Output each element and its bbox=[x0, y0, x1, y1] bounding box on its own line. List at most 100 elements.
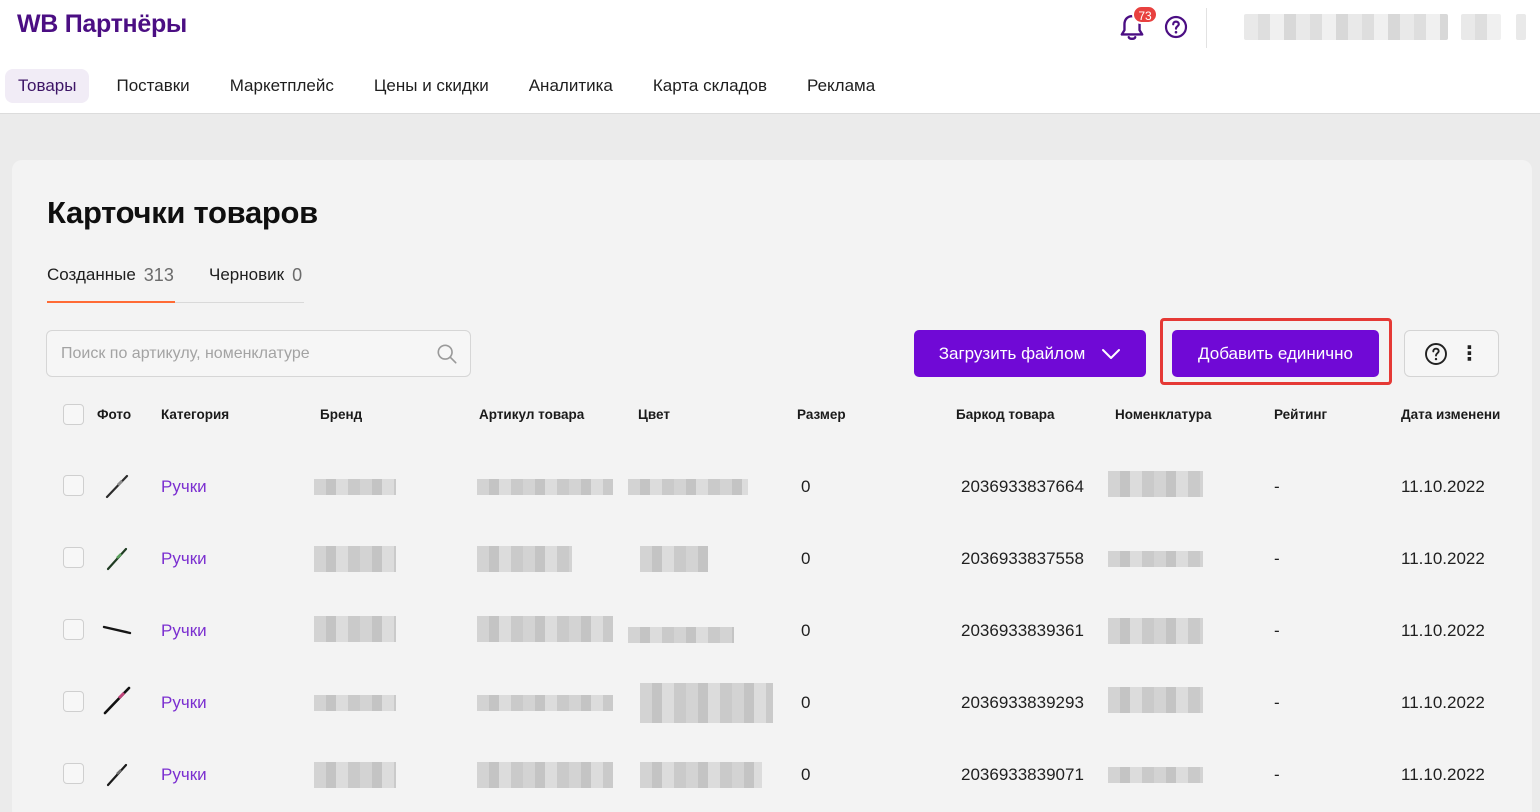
table-row[interactable]: Ручки 0 2036933839293 - 11.10.2022 bbox=[0, 666, 1540, 738]
column-header-article[interactable]: Артикул товара bbox=[479, 407, 584, 422]
article-blurred bbox=[477, 479, 613, 495]
date-value: 11.10.2022 bbox=[1401, 765, 1485, 784]
tab-draft[interactable]: Черновик 0 bbox=[209, 265, 304, 303]
nomenclature-blurred[interactable] bbox=[1108, 618, 1203, 644]
pen-photo-thumbnail[interactable] bbox=[102, 615, 132, 645]
search-icon[interactable] bbox=[436, 343, 458, 365]
column-header-photo: Фото bbox=[97, 407, 132, 422]
category-link[interactable]: Ручки bbox=[161, 693, 207, 713]
color-blurred bbox=[628, 627, 734, 643]
search-field bbox=[46, 330, 471, 377]
column-header-size[interactable]: Размер bbox=[797, 407, 846, 422]
nav-item-postavki[interactable]: Поставки bbox=[103, 69, 202, 103]
nomenclature-blurred[interactable] bbox=[1108, 687, 1203, 713]
category-link[interactable]: Ручки bbox=[161, 621, 207, 641]
size-value: 0 bbox=[801, 477, 811, 496]
more-options-button[interactable]: ⋮ bbox=[1404, 330, 1499, 377]
date-value: 11.10.2022 bbox=[1401, 549, 1485, 568]
user-account-blurred[interactable] bbox=[1244, 14, 1448, 40]
column-header-date[interactable]: Дата изменени bbox=[1401, 407, 1500, 422]
article-blurred bbox=[477, 762, 613, 788]
row-checkbox[interactable] bbox=[63, 619, 84, 640]
search-input[interactable] bbox=[47, 331, 470, 376]
select-all-checkbox[interactable] bbox=[63, 404, 84, 425]
notifications-badge: 73 bbox=[1132, 5, 1158, 24]
column-header-rating[interactable]: Рейтинг bbox=[1274, 407, 1327, 422]
color-blurred bbox=[640, 762, 762, 788]
row-checkbox[interactable] bbox=[63, 547, 84, 568]
article-blurred bbox=[477, 695, 613, 711]
table-row[interactable]: Ручки 0 2036933837664 - 11.10.2022 bbox=[0, 450, 1540, 522]
category-link[interactable]: Ручки bbox=[161, 765, 207, 785]
nomenclature-blurred[interactable] bbox=[1108, 767, 1203, 783]
pen-photo-thumbnail[interactable] bbox=[102, 759, 132, 789]
rating-value: - bbox=[1274, 477, 1280, 496]
row-checkbox[interactable] bbox=[63, 763, 84, 784]
brand-blurred bbox=[314, 695, 396, 711]
table-row[interactable]: Ручки 0 2036933839361 - 11.10.2022 bbox=[0, 594, 1540, 666]
category-link[interactable]: Ручки bbox=[161, 549, 207, 569]
upload-file-button[interactable]: Загрузить файлом bbox=[914, 330, 1146, 377]
table-row[interactable]: Ручки 0 2036933839071 - 11.10.2022 bbox=[0, 738, 1540, 810]
nav-item-tovary[interactable]: Товары bbox=[5, 69, 90, 103]
tab-created[interactable]: Созданные 313 bbox=[47, 265, 175, 303]
add-single-button[interactable]: Добавить единично bbox=[1172, 330, 1379, 377]
brand-blurred bbox=[314, 479, 396, 495]
upload-file-label: Загрузить файлом bbox=[938, 343, 1086, 363]
user-avatar-blurred[interactable] bbox=[1461, 14, 1501, 40]
barcode-value: 2036933837558 bbox=[961, 549, 1084, 568]
user-menu-blurred[interactable] bbox=[1516, 14, 1526, 40]
column-header-barcode[interactable]: Баркод товара bbox=[956, 407, 1055, 422]
rating-value: - bbox=[1274, 621, 1280, 640]
nomenclature-blurred[interactable] bbox=[1108, 551, 1203, 567]
tab-draft-count: 0 bbox=[292, 265, 303, 285]
help-circle-icon bbox=[1424, 342, 1447, 365]
size-value: 0 bbox=[801, 549, 811, 568]
main-nav: Товары Поставки Маркетплейс Цены и скидк… bbox=[5, 69, 902, 103]
date-value: 11.10.2022 bbox=[1401, 693, 1485, 712]
nomenclature-blurred[interactable] bbox=[1108, 471, 1203, 497]
top-header: WB Партнёры 73 Товары Поставки Маркетпле… bbox=[0, 0, 1540, 114]
barcode-value: 2036933839293 bbox=[961, 693, 1084, 712]
row-checkbox[interactable] bbox=[63, 475, 84, 496]
tab-created-label: Созданные bbox=[47, 265, 136, 284]
logo[interactable]: WB Партнёры bbox=[17, 10, 187, 39]
article-blurred bbox=[477, 546, 572, 572]
tabs-underline bbox=[175, 302, 304, 303]
column-header-nomenclature[interactable]: Номенклатура bbox=[1115, 407, 1212, 422]
nav-item-marketplace[interactable]: Маркетплейс bbox=[217, 69, 347, 103]
brand-blurred bbox=[314, 616, 396, 642]
row-checkbox[interactable] bbox=[63, 691, 84, 712]
header-divider bbox=[1206, 8, 1207, 48]
column-header-category[interactable]: Категория bbox=[161, 407, 229, 422]
barcode-value: 2036933837664 bbox=[961, 477, 1084, 496]
column-header-brand[interactable]: Бренд bbox=[320, 407, 362, 422]
page-title: Карточки товаров bbox=[47, 195, 318, 230]
nav-item-prices[interactable]: Цены и скидки bbox=[361, 69, 502, 103]
kebab-menu-icon: ⋮ bbox=[1459, 342, 1480, 365]
nav-item-ads[interactable]: Реклама bbox=[794, 69, 888, 103]
nav-item-warehouse-map[interactable]: Карта складов bbox=[640, 69, 780, 103]
pen-photo-thumbnail[interactable] bbox=[102, 471, 132, 501]
add-single-label: Добавить единично bbox=[1198, 343, 1353, 363]
table-row[interactable]: Ручки 0 2036933837558 - 11.10.2022 bbox=[0, 522, 1540, 594]
size-value: 0 bbox=[801, 765, 811, 784]
brand-blurred bbox=[314, 546, 396, 572]
barcode-value: 2036933839361 bbox=[961, 621, 1084, 640]
help-icon[interactable] bbox=[1164, 15, 1188, 39]
category-link[interactable]: Ручки bbox=[161, 477, 207, 497]
pen-photo-thumbnail[interactable] bbox=[102, 685, 132, 715]
tab-created-count: 313 bbox=[143, 265, 174, 285]
color-blurred bbox=[640, 683, 773, 723]
date-value: 11.10.2022 bbox=[1401, 621, 1485, 640]
size-value: 0 bbox=[801, 621, 811, 640]
rating-value: - bbox=[1274, 765, 1280, 784]
column-header-color[interactable]: Цвет bbox=[638, 407, 670, 422]
pen-photo-thumbnail[interactable] bbox=[102, 543, 132, 573]
nav-item-analytics[interactable]: Аналитика bbox=[516, 69, 626, 103]
tabs: Созданные 313 Черновик 0 bbox=[47, 265, 304, 303]
brand-blurred bbox=[314, 762, 396, 788]
tab-draft-label: Черновик bbox=[209, 265, 285, 284]
rating-value: - bbox=[1274, 693, 1280, 712]
size-value: 0 bbox=[801, 693, 811, 712]
